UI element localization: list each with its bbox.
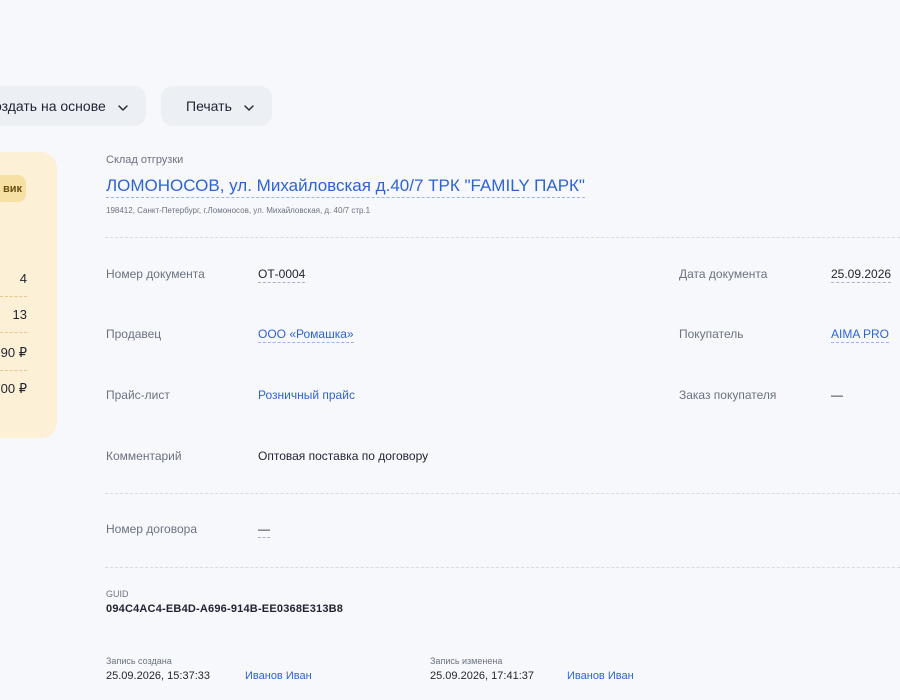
chevron-down-icon <box>118 98 128 114</box>
summary-value-3: 90 ₽ <box>0 345 27 360</box>
create-based-on-button[interactable]: оздать на основе <box>0 86 146 126</box>
chevron-down-icon <box>244 98 254 114</box>
record-created-label: Запись создана <box>106 656 172 666</box>
record-created-date: 25.09.2026, 15:37:33 <box>106 670 210 682</box>
divider <box>105 493 900 494</box>
doc-number-value[interactable]: ОТ-0004 <box>258 267 306 283</box>
summary-value-2: 13 <box>12 307 27 322</box>
warehouse-label: Склад отгрузки <box>106 154 184 166</box>
record-modified-user-link[interactable]: Иванов Иван <box>567 670 634 682</box>
price-list-label: Прайс-лист <box>106 388 170 402</box>
seller-label: Продавец <box>106 327 162 341</box>
create-based-on-label: оздать на основе <box>0 98 106 114</box>
doc-date-value[interactable]: 25.09.2026 <box>831 267 892 283</box>
contract-number-value[interactable]: — <box>258 522 270 538</box>
guid-value: 094C4AC4-EB4D-A696-914B-EE0368E313B8 <box>106 603 344 615</box>
price-list-link[interactable]: Розничный прайс <box>258 388 355 402</box>
summary-divider <box>0 370 27 371</box>
warehouse-name-link[interactable]: ЛОМОНОСОВ, ул. Михайловская д.40/7 ТРК "… <box>106 176 585 198</box>
status-badge: вик <box>0 175 26 202</box>
record-created-user-link[interactable]: Иванов Иван <box>245 670 312 682</box>
doc-number-label: Номер документа <box>106 267 205 281</box>
buyer-label: Покупатель <box>679 327 744 341</box>
comment-value: Оптовая поставка по договору <box>258 449 429 463</box>
buyer-link[interactable]: AIMA PRO <box>831 327 890 343</box>
divider <box>105 567 900 568</box>
warehouse-address: 198412, Санкт-Петербург, г.Ломоносов, ул… <box>106 206 371 215</box>
customer-order-value: — <box>831 388 843 402</box>
summary-divider <box>0 332 27 333</box>
customer-order-label: Заказ покупателя <box>679 388 777 402</box>
summary-divider <box>0 296 27 297</box>
guid-label: GUID <box>106 589 129 599</box>
print-button[interactable]: Печать <box>161 86 272 126</box>
comment-label: Комментарий <box>106 449 182 463</box>
summary-value-1: 4 <box>19 271 27 286</box>
seller-link[interactable]: ООО «Ромашка» <box>258 327 354 343</box>
divider <box>105 237 900 238</box>
record-modified-label: Запись изменена <box>430 656 503 666</box>
doc-date-label: Дата документа <box>679 267 768 281</box>
summary-value-4: 00 ₽ <box>0 381 27 396</box>
print-label: Печать <box>186 98 232 114</box>
record-modified-date: 25.09.2026, 17:41:37 <box>430 670 534 682</box>
contract-number-label: Номер договора <box>106 522 197 536</box>
